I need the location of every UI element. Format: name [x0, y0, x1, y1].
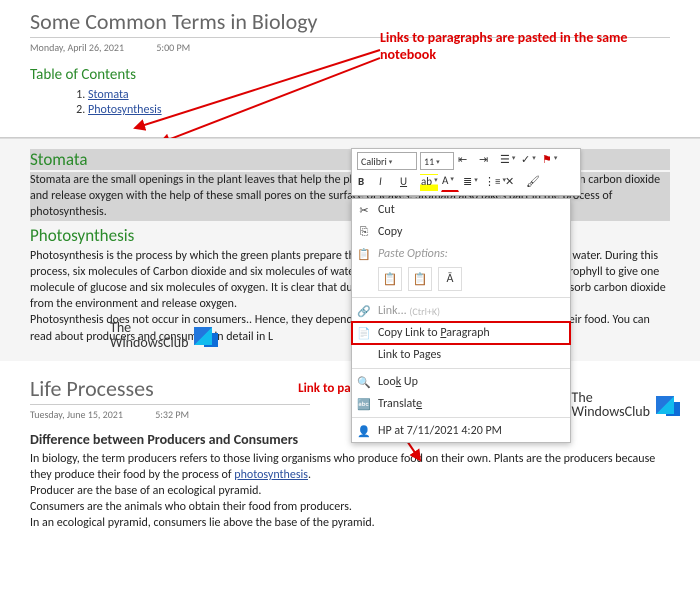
- scissors-icon: ✂: [356, 202, 372, 218]
- font-color-icon[interactable]: A: [441, 173, 459, 192]
- paste-text-only[interactable]: Ā: [438, 267, 462, 291]
- menu-link[interactable]: 🔗Link... (Ctrl+K): [352, 300, 570, 322]
- paragraph-link-icon: 📄: [356, 325, 372, 341]
- bottom-para-2[interactable]: Producer are the base of an ecological p…: [30, 483, 670, 499]
- outdent-icon[interactable]: ⇤: [457, 152, 475, 170]
- toc-link-photosynthesis[interactable]: Photosynthesis: [88, 103, 162, 117]
- copy-icon: ⎘: [356, 224, 372, 240]
- clear-format-icon[interactable]: ✕: [504, 174, 522, 192]
- windowsclub-logo-2: TheWindowsClub: [572, 391, 680, 420]
- font-picker[interactable]: Calibri: [357, 152, 417, 170]
- top-note-panel: Links to paragraphs are pasted in the sa…: [0, 0, 700, 138]
- italic-icon[interactable]: I: [378, 174, 396, 192]
- context-menu: ✂Cut ⎘Copy 📋Paste Options: 📋 📋 Ā 🔗Link..…: [351, 198, 571, 443]
- bullet-list-icon[interactable]: ≣: [462, 174, 480, 192]
- logo-square-icon: [194, 327, 212, 345]
- search-icon: 🔍: [356, 374, 372, 390]
- flag-icon[interactable]: ⚑: [541, 152, 559, 170]
- content-block: Stomata Stomata are the small openings i…: [0, 138, 700, 361]
- highlight-icon[interactable]: ab: [420, 174, 438, 192]
- underline-icon[interactable]: U: [399, 174, 417, 192]
- page-date-2: Tuesday, June 15, 2021: [30, 408, 123, 421]
- todo-icon[interactable]: ✓: [520, 152, 538, 170]
- menu-look-up[interactable]: 🔍Look Up: [352, 371, 570, 393]
- bottom-note-panel: Link to paragraph is pasted in another n…: [0, 361, 700, 552]
- format-painter-icon[interactable]: 🖌: [525, 174, 543, 192]
- font-size[interactable]: 11: [420, 152, 454, 170]
- page-time: 5:00 PM: [156, 41, 190, 54]
- paste-keep-format[interactable]: 📋: [378, 267, 402, 291]
- menu-translate[interactable]: 🔤Translate: [352, 393, 570, 415]
- paste-options-row: 📋 📋 Ā: [352, 265, 570, 295]
- toc-link-stomata[interactable]: Stomata: [88, 88, 129, 102]
- link-icon: 🔗: [356, 303, 372, 319]
- menu-author-stamp[interactable]: 👤HP at 7/11/2021 4:20 PM: [352, 420, 570, 442]
- mini-toolbar: Calibri 11 ⇤ ⇥ ☰ ✓ ⚑ B I U ab A ≣ ⋮≡ ✕ 🖌: [351, 148, 581, 196]
- menu-copy[interactable]: ⎘Copy: [352, 221, 570, 243]
- number-list-icon[interactable]: ⋮≡: [483, 174, 501, 192]
- bottom-para-3[interactable]: Consumers are the animals who obtain the…: [30, 499, 670, 515]
- page-title-2[interactable]: Life Processes: [30, 375, 310, 405]
- logo-square-icon: [656, 396, 674, 414]
- bottom-para-1[interactable]: In biology, the term producers refers to…: [30, 451, 670, 483]
- menu-copy-link-paragraph[interactable]: 📄Copy Link to Paragraph: [352, 322, 570, 344]
- menu-cut[interactable]: ✂Cut: [352, 199, 570, 221]
- link-photosynthesis[interactable]: photosynthesis: [234, 468, 308, 482]
- bottom-para-4[interactable]: In an ecological pyramid, consumers lie …: [30, 515, 670, 531]
- person-icon: 👤: [356, 423, 372, 439]
- menu-link-to-pages[interactable]: Link to Pages: [352, 344, 570, 366]
- page-time-2: 5:32 PM: [155, 408, 189, 421]
- annotation-1: Links to paragraphs are pasted in the sa…: [380, 30, 660, 64]
- indent-icon[interactable]: ⇥: [478, 152, 496, 170]
- page-date: Monday, April 26, 2021: [30, 41, 124, 54]
- toc-list: Stomata Photosynthesis: [48, 88, 670, 117]
- menu-paste-options-label: 📋Paste Options:: [352, 243, 570, 265]
- translate-icon: 🔤: [356, 396, 372, 412]
- paste-merge[interactable]: 📋: [408, 267, 432, 291]
- windowsclub-logo: TheWindowsClub: [110, 321, 218, 350]
- bold-icon[interactable]: B: [357, 174, 375, 192]
- bullets-icon[interactable]: ☰: [499, 152, 517, 170]
- context-popup: Calibri 11 ⇤ ⇥ ☰ ✓ ⚑ B I U ab A ≣ ⋮≡ ✕ 🖌…: [351, 148, 581, 443]
- clipboard-icon: 📋: [356, 246, 372, 262]
- toc-heading: Table of Contents: [30, 66, 670, 84]
